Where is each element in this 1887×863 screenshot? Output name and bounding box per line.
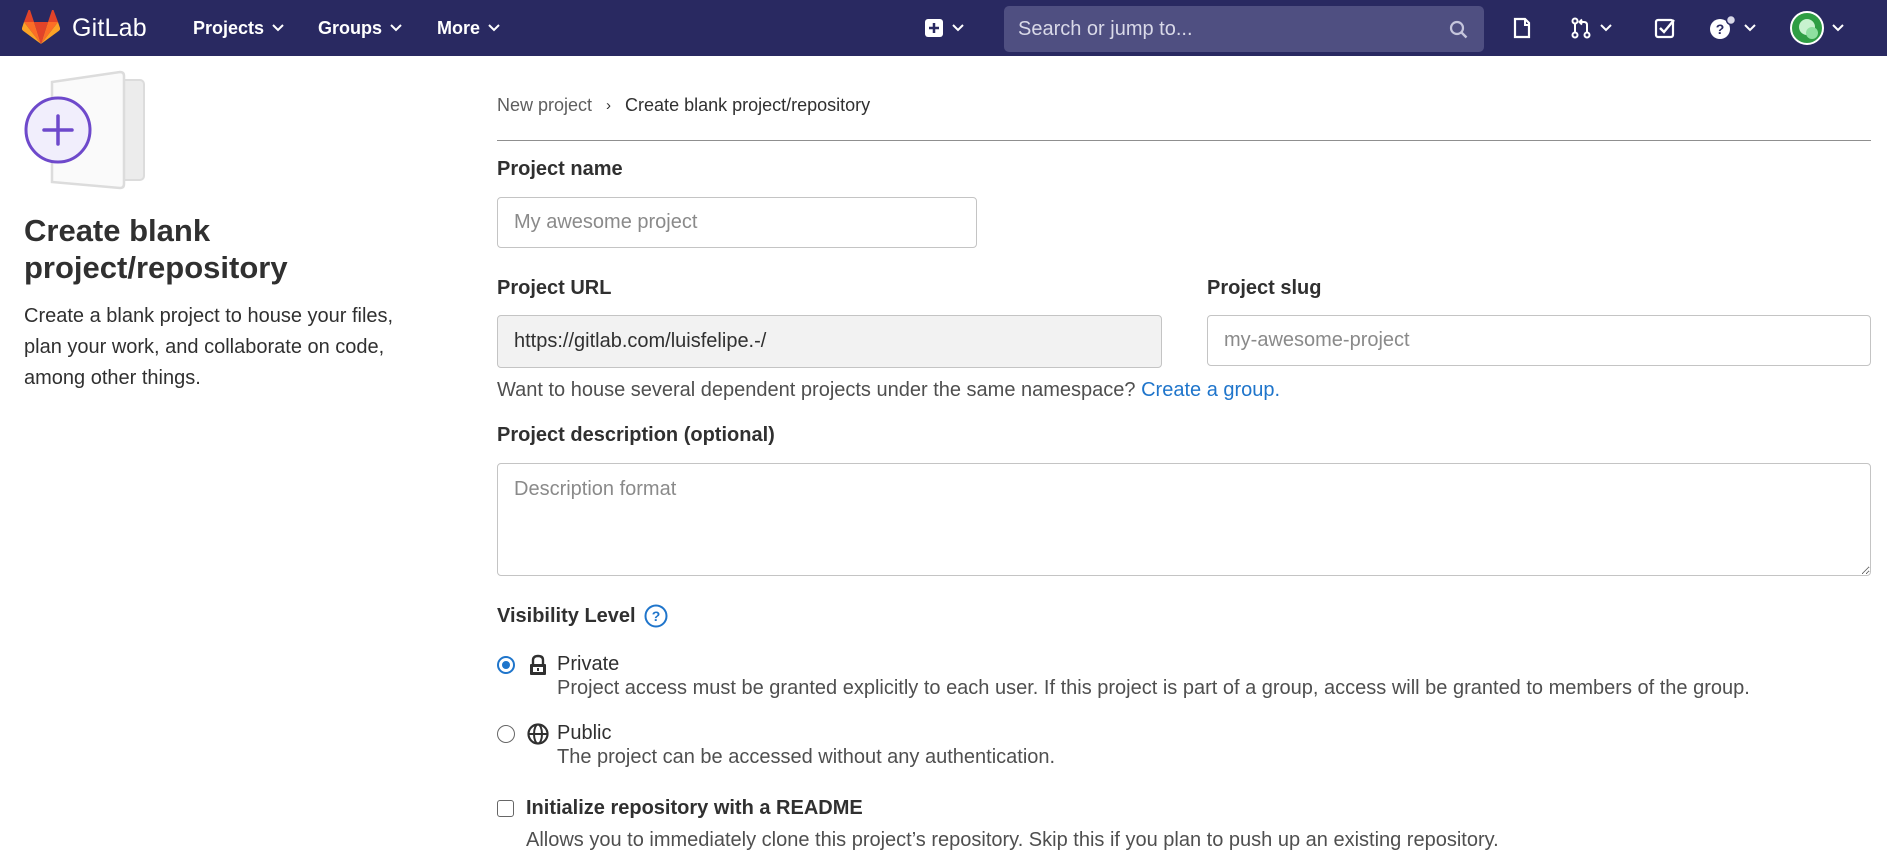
project-url-value: https://gitlab.com/luisfelipe.-/ [514,330,767,352]
blank-project-illustration [24,70,154,190]
plus-square-icon [925,19,943,37]
visibility-option-private[interactable]: Private Project access must be granted e… [497,651,1750,701]
lock-icon [530,654,546,675]
public-radio[interactable] [497,725,515,743]
breadcrumb: New project › Create blank project/repos… [497,95,870,116]
nav-projects-label: Projects [193,17,265,38]
search-placeholder: Search or jump to... [1018,17,1193,40]
brand-name: GitLab [72,13,147,42]
merge-requests-dropdown[interactable] [1570,0,1612,56]
page-description: Create a blank project to house your fil… [24,305,394,389]
page-title: Create blank project/repository [24,213,288,285]
issues-button[interactable] [1511,0,1533,56]
project-slug-label: Project slug [1207,277,1322,299]
merge-request-icon [1571,17,1591,39]
chevron-down-icon [272,24,284,32]
private-radio[interactable] [497,656,515,674]
nav-groups-dropdown[interactable]: Groups [318,0,402,56]
visibility-level-label: Visibility Level [497,604,636,627]
issues-icon [1513,17,1531,39]
nav-more-dropdown[interactable]: More [437,0,500,56]
search-icon [1449,20,1468,39]
visibility-level-heading: Visibility Level ? [497,604,668,628]
header-divider [497,140,1871,141]
svg-text:?: ? [1716,21,1725,37]
namespace-help-text: Want to house several dependent projects… [497,379,1280,402]
new-item-dropdown[interactable] [924,0,964,56]
todo-icon [1654,18,1675,39]
project-type-intro: Create blank project/repository Create a… [24,70,424,394]
project-name-input[interactable] [497,197,977,248]
namespace-help-label: Want to house several dependent projects… [497,379,1136,401]
private-option-title: Private [557,653,620,675]
chevron-down-icon [1600,24,1612,32]
create-group-link[interactable]: Create a group. [1141,379,1280,401]
project-description-textarea[interactable] [497,463,1871,576]
nav-more-label: More [437,17,481,38]
initialize-readme-label: Initialize repository with a README [526,797,863,819]
initialize-readme-checkbox[interactable] [497,800,514,817]
user-avatar [1790,11,1824,45]
nav-projects-dropdown[interactable]: Projects [193,0,284,56]
visibility-option-public[interactable]: Public The project can be accessed witho… [497,720,1055,770]
gitlab-home-link[interactable]: GitLab [22,0,147,56]
top-navbar: GitLab Projects Groups More Search or ju… [0,0,1887,56]
initialize-readme-description: Allows you to immediately clone this pro… [526,829,1499,851]
blank-project-icon [24,70,145,190]
chevron-down-icon [1832,24,1844,32]
breadcrumb-new-project-link[interactable]: New project [497,95,592,116]
public-option-description: The project can be accessed without any … [557,746,1056,768]
breadcrumb-current: Create blank project/repository [625,95,871,115]
question-circle-icon[interactable]: ? [644,604,668,628]
project-description-label: Project description (optional) [497,424,775,446]
chevron-down-icon [390,24,402,32]
project-url-label: Project URL [497,277,612,299]
nav-groups-label: Groups [318,17,383,38]
chevron-down-icon [952,24,964,32]
user-menu-dropdown[interactable] [1790,0,1844,56]
project-url-field[interactable]: https://gitlab.com/luisfelipe.-/ [497,315,1162,368]
globe-icon [527,723,549,745]
public-option-title: Public [557,722,612,744]
svg-text:?: ? [651,608,660,624]
search-input[interactable]: Search or jump to... [1004,6,1484,52]
help-icon: ? [1710,15,1736,39]
todos-button[interactable] [1654,0,1676,56]
breadcrumb-separator-icon: › [606,97,612,114]
chevron-down-icon [1744,24,1756,32]
private-option-description: Project access must be granted explicitl… [557,677,1750,699]
gitlab-logo-icon [22,10,60,44]
help-dropdown[interactable]: ? [1708,0,1756,56]
project-name-label: Project name [497,158,623,180]
initialize-readme-option[interactable]: Initialize repository with a README Allo… [497,795,1499,853]
chevron-down-icon [488,24,500,32]
project-slug-input[interactable] [1207,315,1871,366]
